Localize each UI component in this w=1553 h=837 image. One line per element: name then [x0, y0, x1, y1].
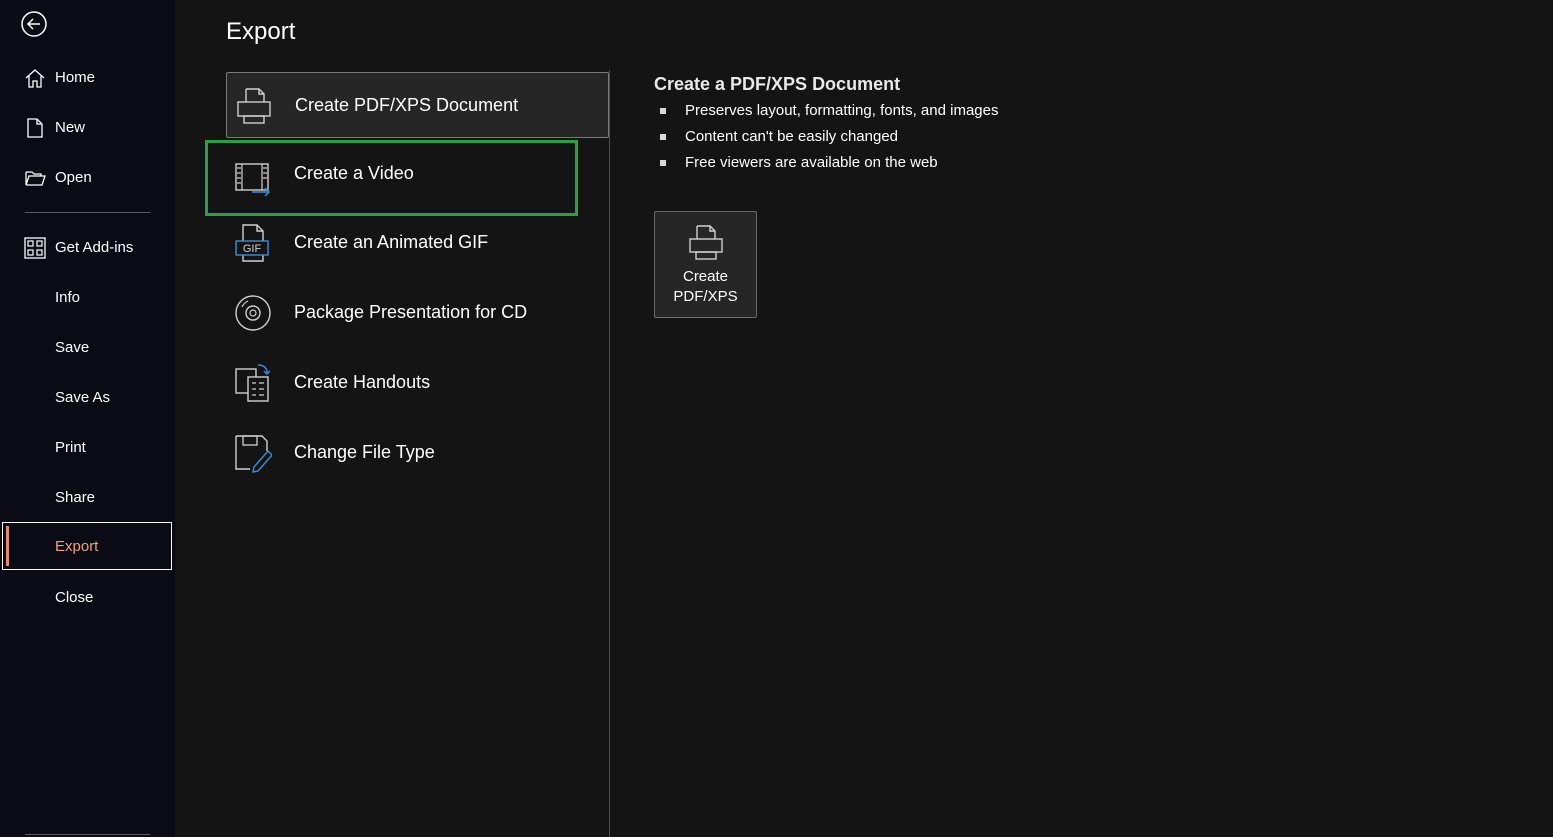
nav-home[interactable]: Home: [0, 53, 175, 101]
nav-new-label: New: [55, 118, 86, 136]
sidebar-divider: [25, 212, 150, 213]
option-create-pdf-xps[interactable]: Create PDF/XPS Document: [226, 72, 609, 138]
nav-share-label: Share: [55, 488, 96, 506]
option-change-file-type[interactable]: Change File Type: [226, 420, 609, 486]
nav-info-label: Info: [55, 288, 81, 306]
sidebar-bottom-divider: [25, 834, 150, 835]
nav-save-label: Save: [55, 338, 90, 356]
nav-share[interactable]: Share: [0, 473, 175, 521]
panel-divider: [609, 70, 610, 837]
new-document-icon: [27, 118, 43, 138]
nav-save[interactable]: Save: [0, 323, 175, 371]
nav-print-label: Print: [55, 438, 86, 456]
detail-title: Create a PDF/XPS Document: [654, 74, 901, 94]
button-label-line2: PDF/XPS: [673, 288, 738, 305]
option-create-video[interactable]: Create a Video: [205, 140, 578, 216]
detail-bullets: Preserves layout, formatting, fonts, and…: [658, 102, 998, 180]
option-label: Change File Type: [294, 442, 435, 462]
folder-open-icon: [25, 171, 46, 186]
bullet-item: Free viewers are available on the web: [658, 154, 998, 180]
option-label: Create an Animated GIF: [294, 232, 489, 252]
printer-document-icon: [689, 225, 723, 260]
bullet-item: Content can't be easily changed: [658, 128, 998, 154]
create-pdf-xps-button-label: Create PDF/XPS: [655, 267, 756, 307]
option-label: Create PDF/XPS Document: [295, 95, 519, 115]
svg-text:GIF: GIF: [243, 243, 262, 255]
back-arrow-icon: [21, 11, 47, 37]
option-create-animated-gif[interactable]: GIF Create an Animated GIF: [226, 210, 609, 276]
create-pdf-xps-button[interactable]: Create PDF/XPS: [654, 211, 757, 318]
home-icon: [25, 69, 45, 88]
nav-get-add-ins[interactable]: Get Add-ins: [0, 223, 175, 271]
nav-home-label: Home: [55, 68, 96, 86]
option-label: Package Presentation for CD: [294, 302, 528, 322]
option-label: Create Handouts: [294, 372, 431, 392]
add-ins-grid-icon: [24, 237, 46, 259]
backstage-sidebar: Home New Open Get Add-ins Info Save Save…: [0, 0, 175, 837]
nav-close-label: Close: [55, 588, 94, 606]
nav-open[interactable]: Open: [0, 153, 175, 201]
nav-save-as-label: Save As: [55, 388, 111, 406]
page-title: Export: [226, 18, 296, 45]
nav-new[interactable]: New: [0, 103, 175, 151]
nav-print[interactable]: Print: [0, 423, 175, 471]
printer-document-icon: [237, 88, 271, 124]
nav-info[interactable]: Info: [0, 273, 175, 321]
nav-save-as[interactable]: Save As: [0, 373, 175, 421]
option-package-for-cd[interactable]: Package Presentation for CD: [226, 280, 609, 346]
option-label: Create a Video: [294, 163, 414, 183]
nav-open-label: Open: [55, 168, 92, 186]
button-label-line1: Create: [682, 268, 729, 285]
bullet-item: Preserves layout, formatting, fonts, and…: [658, 102, 998, 128]
nav-get-add-ins-label: Get Add-ins: [55, 238, 134, 256]
option-create-handouts[interactable]: Create Handouts: [226, 350, 609, 416]
cd-disc-icon: [235, 295, 271, 331]
nav-close[interactable]: Close: [0, 573, 175, 621]
selected-indicator: [6, 526, 9, 566]
nav-export-label: Export: [55, 537, 99, 555]
video-film-icon: [235, 163, 271, 197]
nav-export[interactable]: Export: [2, 522, 172, 570]
back-button[interactable]: [20, 10, 48, 38]
change-file-type-icon: [235, 435, 272, 473]
handouts-icon: [235, 364, 271, 402]
gif-document-icon: GIF: [235, 224, 269, 262]
